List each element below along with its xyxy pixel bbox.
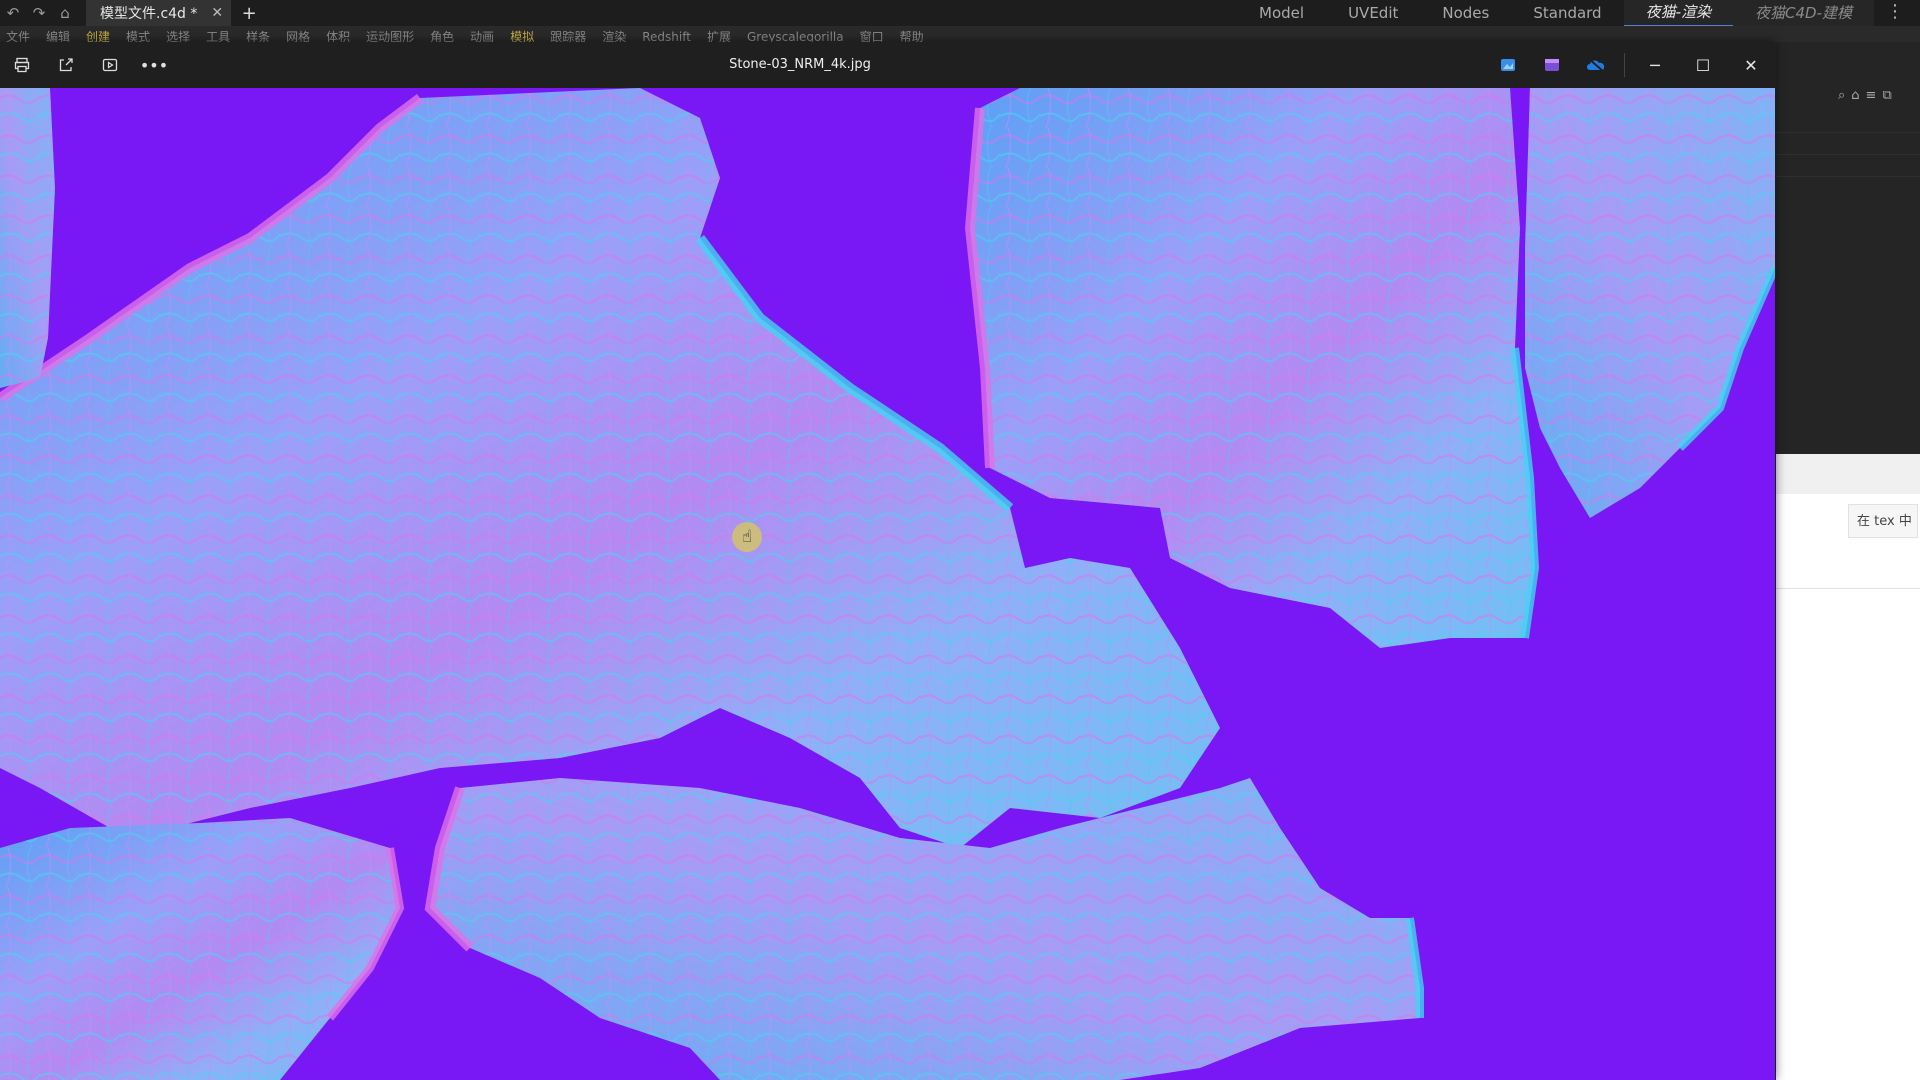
clipchamp-icon[interactable] [1530, 42, 1574, 88]
divider [1624, 53, 1625, 77]
asset-browser-panel: 在 tex 中 [1776, 454, 1920, 1080]
menu-file[interactable]: 文件 [6, 26, 30, 42]
divider [1776, 588, 1920, 589]
menu-simulate[interactable]: 模拟 [510, 26, 534, 42]
c4d-title-bar: ↶ ↷ ⌂ 模型文件.c4d * ✕ + Model UVEdit Nodes … [0, 0, 1920, 27]
layout-render[interactable]: 夜猫-渲染 [1623, 0, 1734, 27]
edit-image-icon[interactable] [1486, 42, 1530, 88]
layout-model[interactable]: Model [1237, 0, 1326, 26]
panel-toolbar: ⌕ ⌂ ≡ ⧉ [1838, 88, 1892, 103]
menu-create[interactable]: 创建 [86, 26, 110, 42]
filter-icon[interactable]: ≡ [1866, 88, 1877, 103]
layout-uvedit[interactable]: UVEdit [1326, 0, 1420, 26]
menu-render[interactable]: 渲染 [602, 26, 626, 42]
stone-shape [0, 88, 55, 388]
undo-icon[interactable]: ↶ [0, 0, 26, 26]
hand-cursor-icon: ☝ [732, 522, 762, 552]
redo-icon[interactable]: ↷ [26, 0, 52, 26]
photo-viewer-window: ••• Stone-03_NRM_4k.jpg ─ ☐ ✕ ☝ [0, 42, 1775, 1080]
image-canvas[interactable]: ☝ [0, 88, 1775, 1080]
layout-standard[interactable]: Standard [1511, 0, 1623, 26]
layout-modeling[interactable]: 夜猫C4D-建模 [1733, 0, 1874, 26]
minimize-button[interactable]: ─ [1631, 42, 1679, 88]
file-title: Stone-03_NRM_4k.jpg [729, 57, 871, 72]
menu-mesh[interactable]: 网格 [286, 26, 310, 42]
menu-mode[interactable]: 模式 [126, 26, 150, 42]
list-item[interactable] [1776, 154, 1920, 177]
home-icon[interactable]: ⌂ [1851, 88, 1859, 103]
layout-nodes[interactable]: Nodes [1420, 0, 1511, 26]
maximize-button[interactable]: ☐ [1679, 42, 1727, 88]
external-icon[interactable]: ⧉ [1882, 88, 1891, 103]
panel-header [1776, 454, 1920, 494]
menu-tools[interactable]: 工具 [206, 26, 230, 42]
menu-select[interactable]: 选择 [166, 26, 190, 42]
stone-shape [0, 818, 405, 1080]
menu-redshift[interactable]: Redshift [642, 26, 691, 42]
menu-volume[interactable]: 体积 [326, 26, 350, 42]
search-icon[interactable]: ⌕ [1838, 88, 1845, 103]
onedrive-icon[interactable] [1574, 42, 1618, 88]
menu-tracker[interactable]: 跟踪器 [550, 26, 586, 42]
search-input[interactable]: 在 tex 中 [1848, 504, 1918, 538]
document-tab-label: 模型文件.c4d * [100, 6, 198, 22]
list-item[interactable] [1776, 132, 1920, 155]
menu-mograph[interactable]: 运动图形 [366, 26, 414, 42]
menu-character[interactable]: 角色 [430, 26, 454, 42]
window-controls: ─ ☐ ✕ [1486, 42, 1775, 88]
menu-extensions[interactable]: 扩展 [707, 26, 731, 42]
viewer-title-bar: ••• Stone-03_NRM_4k.jpg ─ ☐ ✕ [0, 42, 1775, 88]
layout-switcher: Model UVEdit Nodes Standard 夜猫-渲染 夜猫C4D-… [1237, 0, 1874, 27]
menu-animate[interactable]: 动画 [470, 26, 494, 42]
menu-window[interactable]: 窗口 [860, 26, 884, 42]
home-icon[interactable]: ⌂ [52, 0, 78, 26]
normal-map-image [0, 88, 1775, 1080]
more-menu-icon[interactable]: ⋮ [1886, 0, 1904, 26]
menu-edit[interactable]: 编辑 [46, 26, 70, 42]
close-tab-icon[interactable]: ✕ [211, 5, 223, 21]
menu-greyscalegorilla[interactable]: Greyscalegorilla [747, 26, 844, 42]
c4d-menu-bar: 文件 编辑 创建 模式 选择 工具 样条 网格 体积 运动图形 角色 动画 模拟… [0, 26, 1920, 42]
object-manager-panel [1776, 42, 1920, 454]
menu-spline[interactable]: 样条 [246, 26, 270, 42]
menu-help[interactable]: 帮助 [900, 26, 924, 42]
close-button[interactable]: ✕ [1727, 42, 1775, 88]
document-tab[interactable]: 模型文件.c4d * ✕ [86, 0, 232, 26]
new-tab-icon[interactable]: + [237, 3, 261, 24]
list-item[interactable] [1776, 176, 1920, 199]
stone-shape [1525, 88, 1775, 518]
